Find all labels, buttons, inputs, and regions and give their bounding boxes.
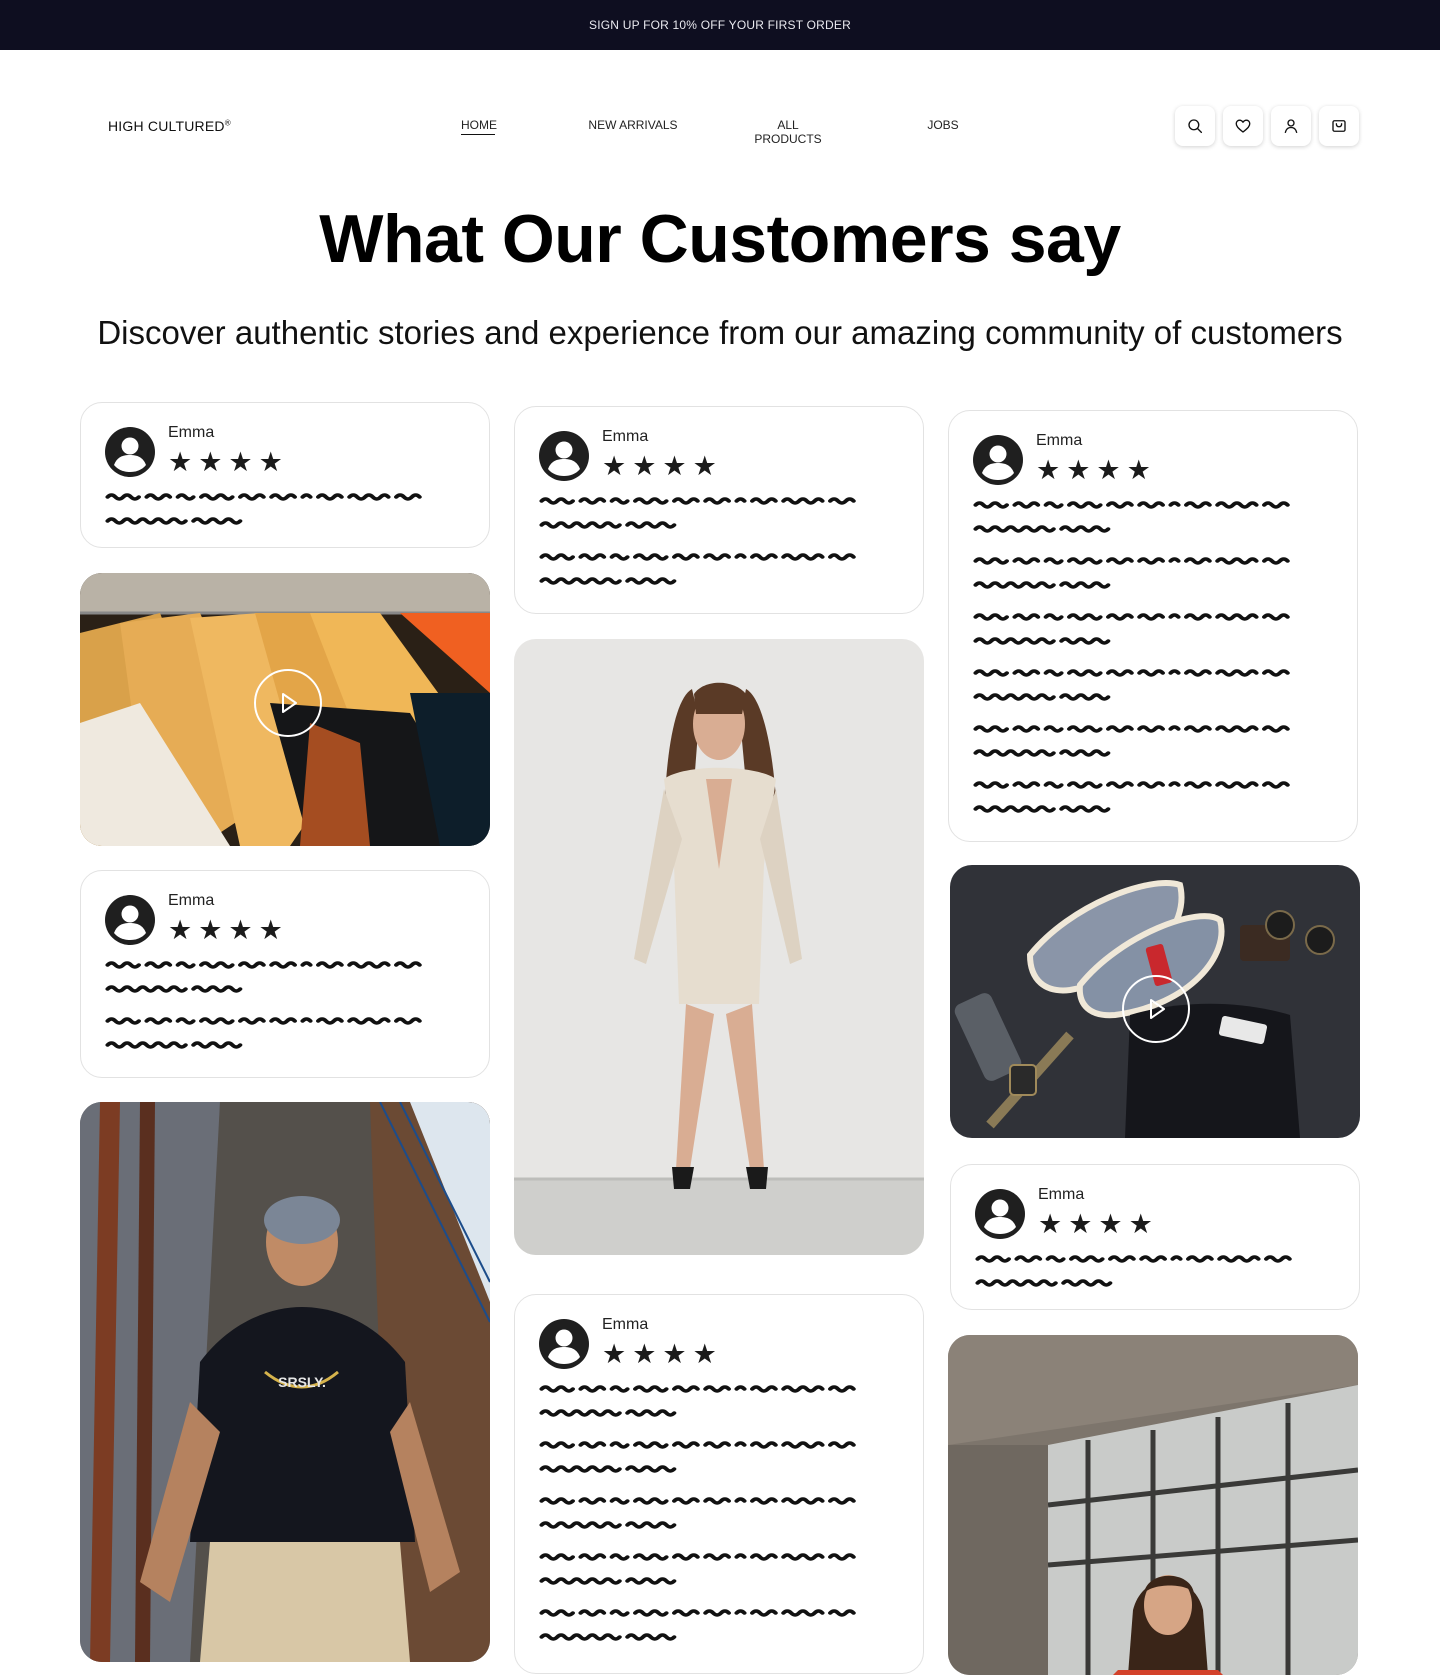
review-paragraph — [973, 723, 1307, 771]
star-rating: ★★★★ — [602, 451, 723, 481]
review-paragraph — [973, 667, 1307, 715]
review-card[interactable]: Emma ★★★★ — [948, 410, 1358, 842]
wishlist-button[interactable] — [1223, 106, 1263, 146]
logo-registered-mark: ® — [224, 118, 231, 128]
avatar — [105, 427, 155, 477]
svg-text:SRSLY.: SRSLY. — [278, 1374, 326, 1390]
video-thumbnail-flatlay[interactable] — [950, 865, 1360, 1138]
logo-text: HIGH CULTURED — [108, 118, 225, 134]
play-button[interactable] — [254, 669, 322, 737]
review-paragraph — [539, 1495, 873, 1543]
user-icon — [1284, 119, 1298, 134]
review-text — [973, 499, 1317, 827]
customer-photo-blazer[interactable] — [514, 639, 924, 1255]
reviewer-name: Emma — [168, 892, 215, 909]
star-rating: ★★★★ — [168, 447, 289, 477]
review-paragraph — [105, 959, 439, 1007]
avatar — [975, 1189, 1025, 1239]
review-paragraph — [973, 555, 1307, 603]
page-title: What Our Customers say — [319, 201, 1121, 277]
star-rating: ★★★★ — [168, 915, 289, 945]
nav-all-products[interactable]: ALL PRODUCTS — [743, 118, 833, 146]
avatar — [539, 431, 589, 481]
search-button[interactable] — [1175, 106, 1215, 146]
promo-text[interactable]: SIGN UP FOR 10% OFF YOUR FIRST ORDER — [589, 18, 851, 32]
review-paragraph — [539, 551, 873, 599]
cart-icon — [1332, 120, 1346, 132]
review-text — [975, 1253, 1319, 1301]
review-paragraph — [973, 499, 1307, 547]
main-nav: HIGH CULTURED® HOME NEW ARRIVALS ALL PRO… — [0, 50, 1440, 200]
review-paragraph — [539, 1607, 873, 1655]
review-paragraph — [539, 1439, 873, 1487]
review-paragraph — [539, 495, 873, 543]
customer-photo-street[interactable]: SRSLY. — [80, 1102, 490, 1662]
logo[interactable]: HIGH CULTURED® — [108, 118, 231, 134]
review-card[interactable]: Emma ★★★★ — [950, 1164, 1360, 1310]
review-paragraph — [973, 611, 1307, 659]
reviewer-name: Emma — [1036, 432, 1083, 449]
play-icon — [1150, 999, 1165, 1019]
cart-button[interactable] — [1319, 106, 1359, 146]
avatar — [105, 895, 155, 945]
street-style-image: SRSLY. — [80, 1102, 490, 1662]
review-text — [539, 495, 883, 599]
avatar — [539, 1319, 589, 1369]
review-card[interactable]: Emma ★★★★ — [514, 406, 924, 614]
heart-icon — [1235, 119, 1251, 133]
video-thumbnail-clothes-rack[interactable] — [80, 573, 490, 846]
reviewer-name: Emma — [168, 424, 215, 441]
reviewer-name: Emma — [602, 428, 649, 445]
page-subtitle: Discover authentic stories and experienc… — [97, 314, 1343, 351]
review-text — [539, 1383, 883, 1655]
play-icon — [282, 693, 297, 713]
review-card[interactable]: Emma ★★★★ — [80, 402, 490, 548]
urban-portrait-image — [948, 1335, 1358, 1675]
star-rating: ★★★★ — [602, 1339, 723, 1369]
blazer-dress-image — [514, 639, 924, 1255]
review-card[interactable]: Emma ★★★★ — [514, 1294, 924, 1674]
avatar — [973, 435, 1023, 485]
review-paragraph — [105, 1015, 439, 1063]
review-paragraph — [539, 1383, 873, 1431]
customer-photo-urban[interactable] — [948, 1335, 1358, 1675]
star-rating: ★★★★ — [1036, 455, 1157, 485]
reviewer-name: Emma — [602, 1316, 649, 1333]
review-paragraph — [539, 1551, 873, 1599]
review-text — [105, 491, 449, 539]
nav-home[interactable]: HOME — [461, 118, 497, 135]
nav-jobs[interactable]: JOBS — [922, 118, 964, 132]
review-paragraph — [973, 779, 1307, 827]
review-paragraph — [975, 1253, 1309, 1301]
review-text — [105, 959, 449, 1063]
review-card[interactable]: Emma ★★★★ — [80, 870, 490, 1078]
promo-bar[interactable]: SIGN UP FOR 10% OFF YOUR FIRST ORDER — [0, 0, 1440, 50]
account-button[interactable] — [1271, 106, 1311, 146]
nav-new-arrivals[interactable]: NEW ARRIVALS — [588, 118, 678, 132]
search-icon — [1188, 119, 1203, 134]
play-button[interactable] — [1122, 975, 1190, 1043]
star-rating: ★★★★ — [1038, 1209, 1159, 1239]
review-paragraph — [105, 491, 439, 539]
reviewer-name: Emma — [1038, 1186, 1085, 1203]
